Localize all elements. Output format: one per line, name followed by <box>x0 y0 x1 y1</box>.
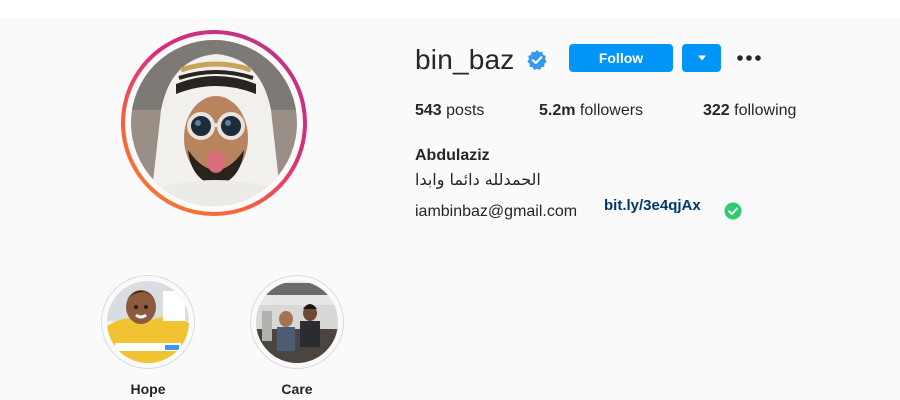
profile-avatar-story-ring[interactable] <box>121 30 307 216</box>
avatar-photo-image <box>131 40 297 206</box>
following-count: 322 <box>703 102 730 119</box>
story-highlight-care[interactable]: Care <box>249 275 345 398</box>
profile-full-name: Abdulaziz <box>415 147 490 164</box>
profile-external-link[interactable]: bit.ly/3e4qjAx <box>604 196 701 216</box>
profile-email: iambinbaz@gmail.com <box>415 203 578 220</box>
profile-username: bin_baz <box>415 44 515 75</box>
highlight-cover-image <box>256 281 338 363</box>
highlight-label: Care <box>281 381 313 397</box>
profile-avatar[interactable] <box>131 40 297 206</box>
story-highlight-hope[interactable]: Hope <box>100 275 196 398</box>
following-label: following <box>734 102 797 119</box>
stat-posts: 543 posts <box>415 101 484 121</box>
highlight-label: Hope <box>130 381 166 397</box>
highlight-cover-image <box>107 281 189 363</box>
highlight-ring[interactable] <box>250 275 344 369</box>
stat-following[interactable]: 322 following <box>703 101 796 121</box>
followers-label: followers <box>579 102 644 119</box>
stat-followers[interactable]: 5.2m followers <box>539 101 643 121</box>
follow-button[interactable]: Follow <box>569 44 673 72</box>
followers-count: 5.2m <box>539 102 576 119</box>
more-options-icon <box>737 55 761 61</box>
more-options-button[interactable] <box>734 45 766 71</box>
follow-dropdown-button[interactable] <box>682 44 721 72</box>
posts-label: posts <box>446 102 485 119</box>
verified-badge-icon <box>527 50 547 70</box>
highlight-ring[interactable] <box>101 275 195 369</box>
top-band <box>0 0 900 18</box>
check-circle-icon <box>724 202 742 220</box>
profile-bio: الحمدلله دائما وابدا <box>415 170 541 189</box>
posts-count: 543 <box>415 102 442 119</box>
caret-down-icon <box>697 55 706 61</box>
avatar-ring-gap <box>125 34 303 212</box>
highlight-cover <box>107 281 189 363</box>
highlight-cover <box>256 281 338 363</box>
